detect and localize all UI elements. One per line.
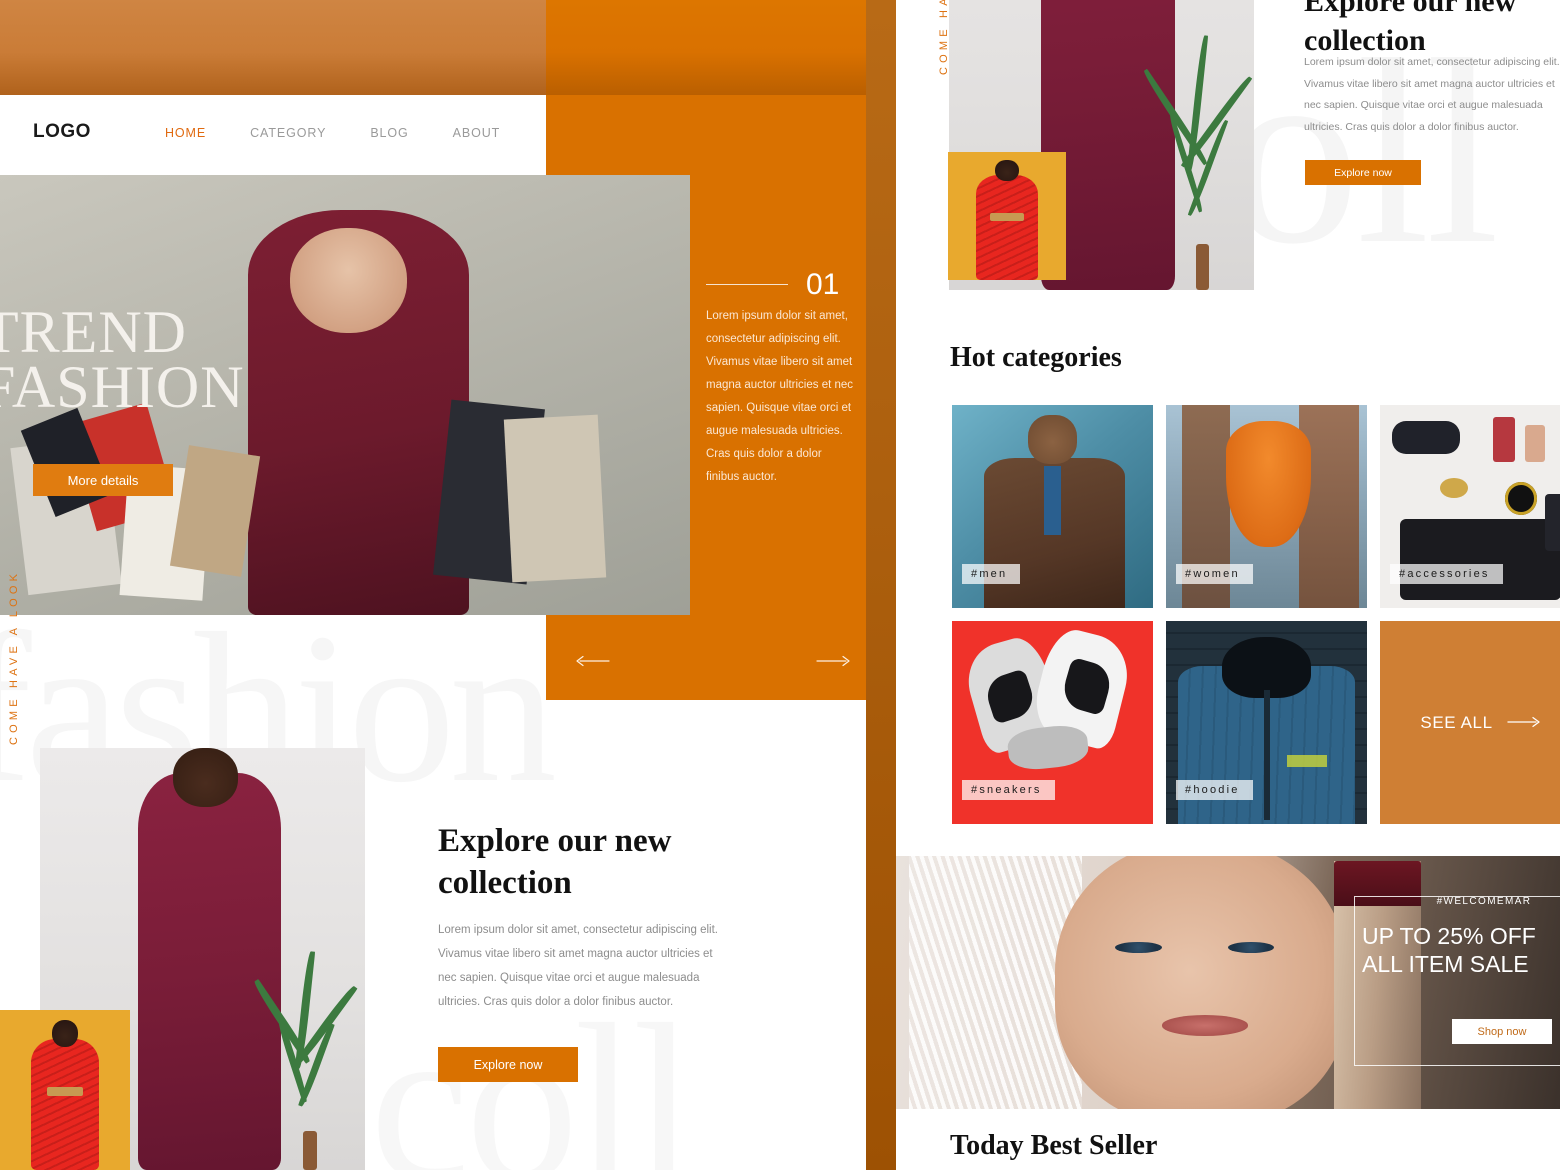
see-all-button[interactable]: SEE ALL xyxy=(1380,621,1560,824)
come-have-a-look-label: COME HAVE A LOOK xyxy=(8,569,20,745)
explore-now-button[interactable]: Explore now xyxy=(438,1047,578,1082)
more-details-button[interactable]: More details xyxy=(33,464,173,496)
hero-title-line1: TREND xyxy=(0,299,187,365)
hot-categories-grid: #men #women #accessories #sneakers #hood… xyxy=(952,405,1560,837)
promo-headline-line1: UP TO 25% OFF xyxy=(1362,923,1536,949)
shop-now-button[interactable]: Shop now xyxy=(1452,1019,1552,1044)
category-tile-accessories[interactable]: #accessories xyxy=(1380,405,1560,608)
nav-item-home[interactable]: HOME xyxy=(165,126,206,140)
hero-slide-number: 01 xyxy=(806,268,840,301)
see-all-arrow-icon xyxy=(1506,713,1541,733)
logo[interactable]: LOGO xyxy=(33,121,91,143)
category-tag-women: #women xyxy=(1176,564,1253,584)
collection-inset-photo xyxy=(0,1010,130,1170)
see-all-label: SEE ALL xyxy=(1420,712,1493,732)
artboard-landing-bottom: coll COME HAVE A LOOK Explore our new co… xyxy=(896,0,1560,1170)
nav-item-about[interactable]: ABOUT xyxy=(453,126,501,140)
collection-paragraph-2: Lorem ipsum dolor sit amet, consectetur … xyxy=(1304,56,1560,133)
category-tile-hoodie[interactable]: #hoodie xyxy=(1166,621,1367,824)
category-tile-women[interactable]: #women xyxy=(1166,405,1367,608)
category-tag-men: #men xyxy=(962,564,1021,584)
promo-headline: UP TO 25% OFF ALL ITEM SALE xyxy=(1354,922,1560,978)
hero-paragraph: Lorem ipsum dolor sit amet, consectetur … xyxy=(706,310,854,483)
category-tile-sneakers[interactable]: #sneakers xyxy=(952,621,1153,824)
hero-slider-arrows xyxy=(546,640,896,680)
collection-inset-photo-2 xyxy=(948,152,1066,280)
collection-heading: Explore our new collection xyxy=(438,823,672,902)
hero-title-line2: FASHION xyxy=(0,354,245,421)
explore-now-button-2[interactable]: Explore now xyxy=(1305,160,1421,185)
hot-categories-row-1: #men #women #accessories xyxy=(952,405,1560,608)
hero-title: TREND FASHION xyxy=(0,299,312,421)
nav-item-blog[interactable]: BLOG xyxy=(370,126,408,140)
category-tag-hoodie: #hoodie xyxy=(1176,780,1253,800)
top-band-right xyxy=(546,0,896,95)
hot-categories-heading: Hot categories xyxy=(950,342,1122,373)
category-tile-men[interactable]: #men xyxy=(952,405,1153,608)
collection-paragraph: Lorem ipsum dolor sit amet, consectetur … xyxy=(438,924,718,1009)
slider-next-arrow-icon[interactable] xyxy=(815,654,851,672)
category-tag-accessories: #accessories xyxy=(1390,564,1503,584)
slider-prev-arrow-icon[interactable] xyxy=(575,654,611,672)
promo-banner xyxy=(896,856,1560,1109)
nav-item-category[interactable]: CATEGORY xyxy=(250,126,326,140)
promo-headline-line2: ALL ITEM SALE xyxy=(1362,951,1529,978)
hot-categories-row-2: #sneakers #hoodie SEE ALL xyxy=(952,621,1560,824)
collection-heading-2: Explore our new collection xyxy=(1304,0,1517,57)
top-band-left xyxy=(0,0,546,95)
hero-divider-rule xyxy=(706,284,788,285)
artboard-gutter xyxy=(866,0,896,1170)
artboard-landing-top: fashion coll LOGO HOME CATEGORY BLOG ABO… xyxy=(0,0,896,1170)
promo-tag: #WELCOMEMAR xyxy=(1436,896,1532,907)
design-canvas: fashion coll LOGO HOME CATEGORY BLOG ABO… xyxy=(0,0,1560,1170)
best-seller-heading: Today Best Seller xyxy=(950,1130,1158,1161)
category-tag-sneakers: #sneakers xyxy=(962,780,1055,800)
nav-links: HOME CATEGORY BLOG ABOUT xyxy=(165,126,500,140)
